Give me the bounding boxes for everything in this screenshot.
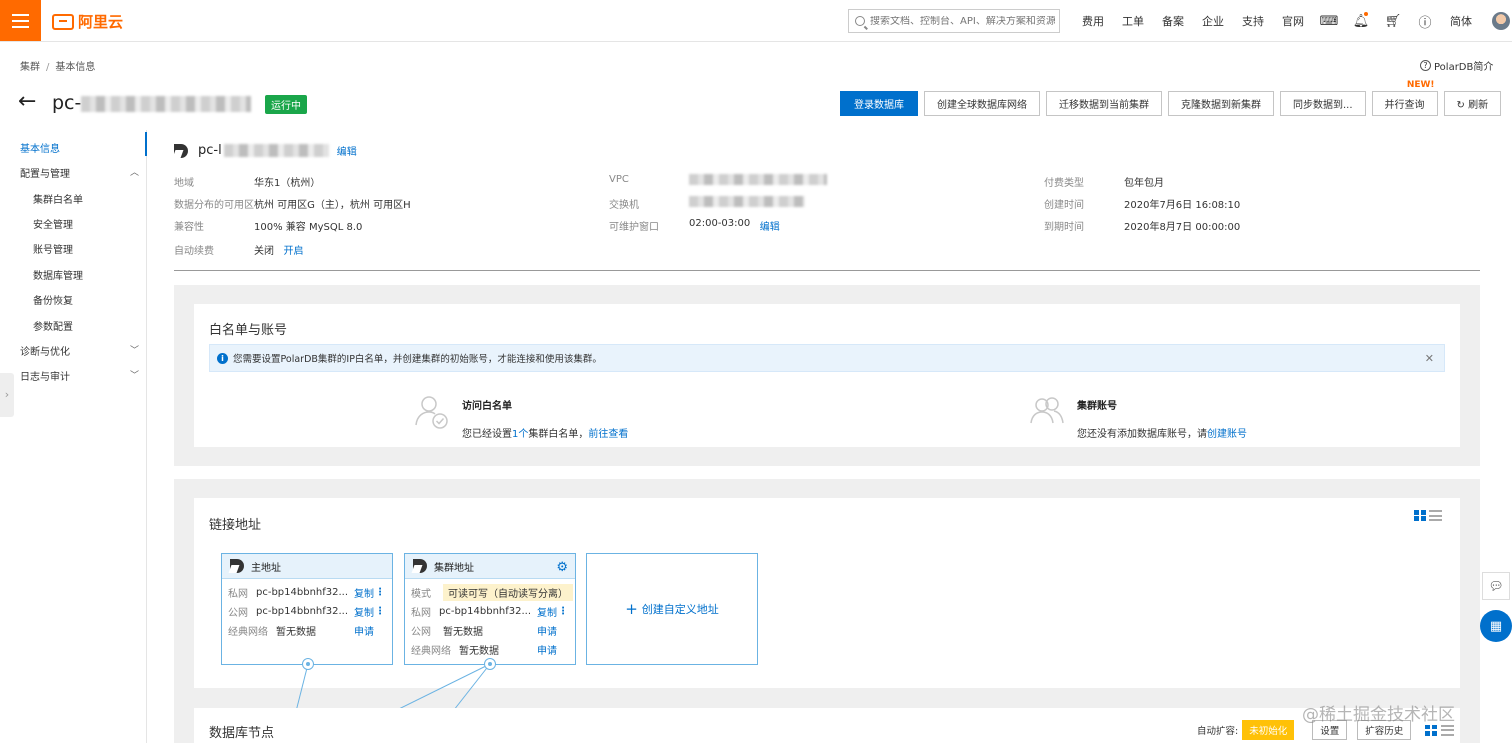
primary-endpoint-card: 主地址 私网 pc-bp14bbnhf32... 复制 ⋮ 公网 pc-bp14bbnh… <box>221 553 393 665</box>
copy-private-button[interactable]: 复制 <box>537 604 557 619</box>
db-nodes-title: 数据库节点 <box>209 726 275 741</box>
copy-private-button[interactable]: 复制 <box>354 585 374 600</box>
plus-icon: + <box>625 600 638 618</box>
apply-public-button[interactable]: 申请 <box>537 623 557 638</box>
create-custom-endpoint-label: 创建自定义地址 <box>641 603 719 616</box>
primary-private-address: pc-bp14bbnhf32... <box>256 587 349 598</box>
more-icon[interactable]: ⋮ <box>558 606 568 617</box>
apps-icon[interactable]: ▦ <box>1480 610 1512 642</box>
polardb-icon <box>230 559 246 573</box>
more-icon[interactable]: ⋮ <box>375 587 385 598</box>
public-label: 公网 <box>411 627 431 638</box>
mode-label: 模式 <box>411 589 431 600</box>
list-view-icon[interactable] <box>1441 724 1455 736</box>
classic-label: 经典网络 <box>411 646 451 657</box>
create-custom-endpoint-button[interactable]: + 创建自定义地址 <box>586 553 758 665</box>
copy-public-button[interactable]: 复制 <box>354 604 374 619</box>
more-icon[interactable]: ⋮ <box>375 606 385 617</box>
gear-icon[interactable]: ⚙ <box>556 560 568 575</box>
cluster-endpoint-card: 集群地址 ⚙ 模式 可读可写（自动读写分离） 私网 pc-bp14bbnhf32...… <box>404 553 576 665</box>
mode-value: 可读可写（自动读写分离） <box>443 584 573 601</box>
polardb-icon <box>413 559 429 573</box>
primary-endpoint-title: 主地址 <box>251 562 281 574</box>
topology-node <box>484 658 496 670</box>
primary-classic-address: 暂无数据 <box>276 627 316 638</box>
watermark: @稀土掘金技术社区 <box>1302 705 1455 725</box>
primary-public-address: pc-bp14bbnhf32... <box>256 606 349 617</box>
private-label: 私网 <box>411 608 431 619</box>
cluster-public-address: 暂无数据 <box>443 627 483 638</box>
private-label: 私网 <box>228 589 248 600</box>
classic-label: 经典网络 <box>228 627 268 638</box>
cluster-private-address: pc-bp14bbnhf32... <box>439 606 532 617</box>
apply-classic-button[interactable]: 申请 <box>354 623 374 638</box>
auto-scale-status: 未初始化 <box>1242 720 1295 740</box>
grid-view-icon[interactable] <box>1425 724 1437 736</box>
feedback-icon[interactable]: 💬︎ <box>1482 572 1510 600</box>
cluster-endpoint-title: 集群地址 <box>434 562 474 574</box>
cluster-classic-address: 暂无数据 <box>459 646 499 657</box>
topology-node <box>302 658 314 670</box>
apply-classic-button[interactable]: 申请 <box>537 642 557 657</box>
public-label: 公网 <box>228 608 248 619</box>
auto-scale-label: 自动扩容: <box>1197 726 1239 737</box>
